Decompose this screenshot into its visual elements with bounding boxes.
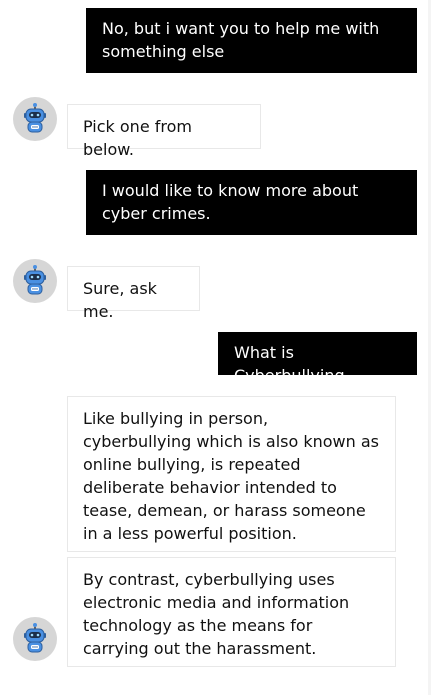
bot-message: By contrast, cyberbullying uses electron… <box>67 557 396 667</box>
bot-avatar <box>13 617 57 661</box>
bot-message: Sure, ask me. <box>67 266 200 321</box>
robot-avatar-icon <box>24 623 46 653</box>
bot-avatar <box>13 97 57 141</box>
robot-avatar-icon <box>24 265 46 295</box>
user-message: No, but i want you to help me with somet… <box>86 8 417 73</box>
user-message: What is Cyberbullying <box>218 332 417 385</box>
chat-window: No, but i want you to help me with somet… <box>0 0 431 695</box>
bot-message: Pick one from below. <box>67 104 261 159</box>
bot-message: Like bullying in person, cyberbullying w… <box>67 396 396 552</box>
user-message: I would like to know more about cyber cr… <box>86 170 417 235</box>
bot-avatar <box>13 259 57 303</box>
robot-avatar-icon <box>24 103 46 133</box>
